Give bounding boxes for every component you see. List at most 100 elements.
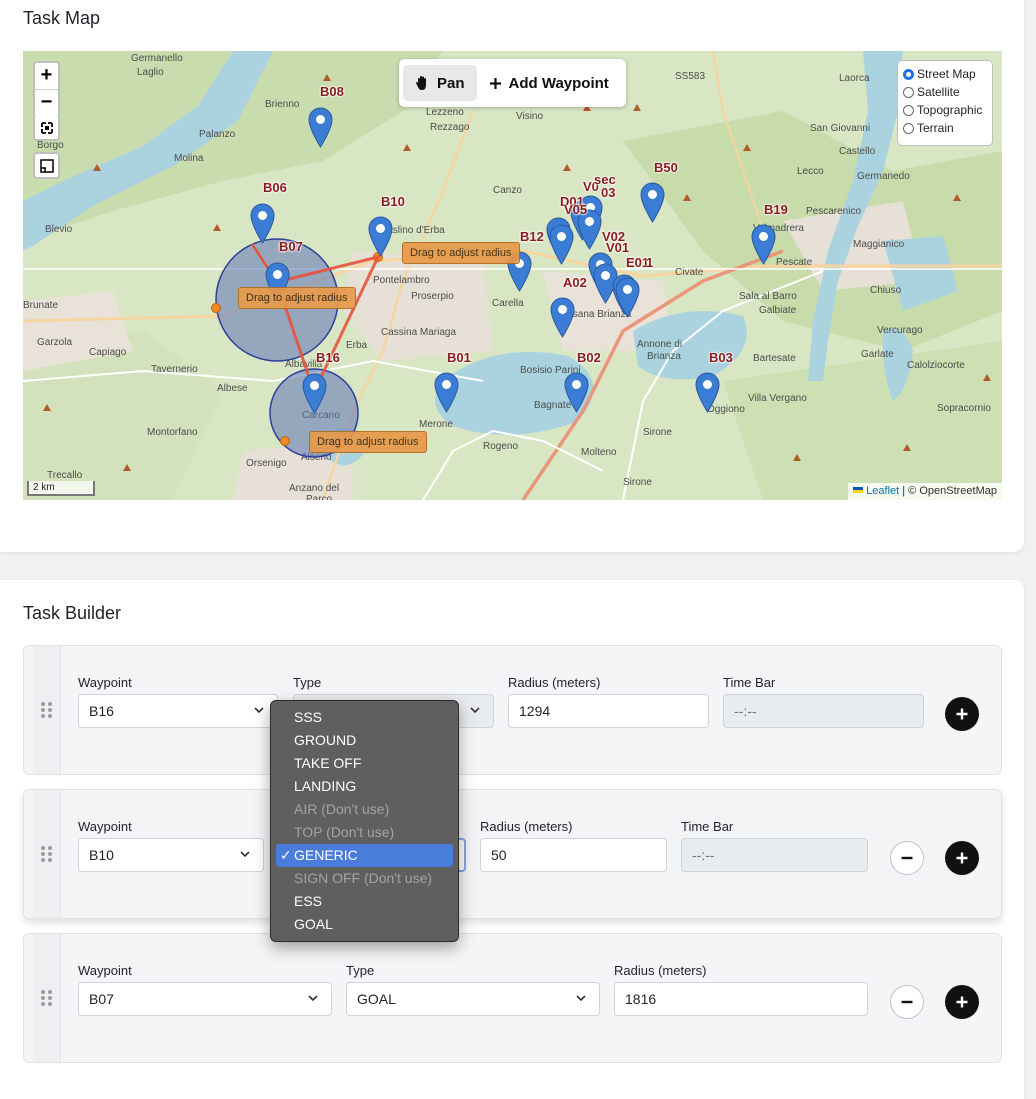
svg-text:Galbiate: Galbiate [759,305,797,316]
waypoint-marker-icon[interactable] [250,203,275,244]
svg-text:Palanzo: Palanzo [199,129,236,140]
map-view[interactable]: Germanello Laglio Brienno Lezzeno Visino Re… [23,51,1002,500]
add-waypoint-button[interactable]: Add Waypoint [477,65,621,101]
map-scale: 2 km [27,481,95,496]
svg-text:Brienno: Brienno [265,99,300,110]
svg-text:Albese: Albese [217,383,248,394]
pan-mode-button[interactable]: Pan [403,65,477,101]
type-option-ess[interactable]: ESS [276,890,453,913]
radius-label: Radius (meters) [508,675,601,690]
zoom-out-button[interactable]: − [35,90,58,117]
task-builder-title: Task Builder [23,603,122,623]
add-row-button[interactable] [945,985,979,1019]
waypoint-label-b19: B19 [764,202,788,217]
type-option-sss[interactable]: SSS [276,706,453,729]
waypoint-value: B07 [89,991,114,1007]
type-option-generic[interactable]: ✓ GENERIC [276,844,453,867]
svg-text:Montorfano: Montorfano [147,427,198,438]
waypoint-marker-icon[interactable] [695,372,720,413]
type-label: Type [293,675,322,690]
drag-radius-tooltip: Drag to adjust radius [402,242,520,264]
svg-text:Sirone: Sirone [623,477,652,488]
minus-icon [901,1000,913,1004]
fullscreen-button[interactable] [33,117,60,141]
waypoint-marker-icon[interactable] [368,216,393,257]
waypoint-select[interactable]: B10 [78,838,264,872]
type-select[interactable]: GOAL [346,982,600,1016]
drag-handle[interactable] [33,646,61,774]
svg-text:Sirone: Sirone [643,427,672,438]
time-bar-input[interactable]: --:-- [723,694,924,728]
radio-icon [903,104,914,116]
layer-option-terrain[interactable]: Terrain [903,119,987,137]
zoom-in-button[interactable]: + [35,63,58,90]
leaflet-link[interactable]: Leaflet [866,485,899,497]
radio-icon [903,122,914,134]
svg-text:Blevio: Blevio [45,224,73,235]
waypoint-select[interactable]: B07 [78,982,332,1016]
layer-option-satellite[interactable]: Satellite [903,83,987,101]
svg-text:Borgo: Borgo [37,140,64,151]
type-option-goal[interactable]: GOAL [276,913,453,936]
add-row-button[interactable] [945,697,979,731]
remove-row-button[interactable] [890,985,924,1019]
svg-text:Anzano del: Anzano del [289,483,339,494]
svg-text:Maggianico: Maggianico [853,239,905,250]
waypoint-label-b16: B16 [316,350,340,365]
type-option-take-off[interactable]: TAKE OFF [276,752,453,775]
drag-dots-icon [41,702,52,718]
remove-row-button[interactable] [890,841,924,875]
waypoint-marker-icon[interactable] [615,277,640,318]
drag-handle[interactable] [33,790,61,918]
type-value: GOAL [357,991,396,1007]
radius-input[interactable]: 50 [480,838,667,872]
radius-input[interactable]: 1294 [508,694,709,728]
chevron-down-icon [576,995,586,1002]
svg-text:Garzola: Garzola [37,337,72,348]
waypoint-marker-icon[interactable] [308,107,333,148]
svg-text:Visino: Visino [516,111,543,122]
chevron-down-icon [240,851,250,858]
layer-option-topographic[interactable]: Topographic [903,101,987,119]
layer-option-street-map[interactable]: Street Map [903,65,987,83]
waypoint-label: Waypoint [78,675,132,690]
waypoint-label: Waypoint [78,963,132,978]
svg-text:Vercurago: Vercurago [877,325,923,336]
waypoint-label-b50: B50 [654,160,678,175]
type-option-landing[interactable]: LANDING [276,775,453,798]
svg-text:Annone di: Annone di [637,339,682,350]
waypoint-label: Waypoint [78,819,132,834]
task-map-card: Task Map Germanello Laglio Brienno Lezze… [0,0,1024,552]
waypoint-marker-icon[interactable] [751,224,776,265]
waypoint-label-1: 1 [646,255,654,270]
waypoint-marker-icon[interactable] [434,372,459,413]
waypoint-select[interactable]: B16 [78,694,278,728]
waypoint-label-a02: A02 [563,275,587,290]
waypoint-label-v05: V05 [564,202,588,217]
waypoint-marker-icon[interactable] [302,373,327,414]
task-builder-card: Task Builder Waypoint B16 Type Radius (m… [0,580,1024,1099]
map-mode-toggle: Pan Add Waypoint [399,59,626,107]
svg-text:Calolziocorte: Calolziocorte [907,360,965,371]
waypoint-marker-icon[interactable] [550,297,575,338]
svg-text:Orsenigo: Orsenigo [246,458,287,469]
waypoint-value: B16 [89,703,114,719]
waypoint-marker-icon[interactable] [564,372,589,413]
plus-icon [956,996,968,1008]
radius-input[interactable]: 1816 [614,982,868,1016]
waypoint-marker-icon[interactable] [640,182,665,223]
drag-handle[interactable] [33,934,61,1062]
waypoint-label-03: 03 [601,185,616,200]
chevron-down-icon [254,707,264,714]
svg-text:Chiuso: Chiuso [870,285,902,296]
add-row-button[interactable] [945,841,979,875]
svg-text:Molina: Molina [174,153,204,164]
measure-button[interactable] [33,152,60,179]
type-option-ground[interactable]: GROUND [276,729,453,752]
svg-text:Pontelambro: Pontelambro [373,275,430,286]
svg-text:Bartesate: Bartesate [753,353,796,364]
svg-text:Trecallo: Trecallo [47,470,83,481]
time-bar-input[interactable]: --:-- [681,838,868,872]
waypoint-label-v01: V01 [606,240,630,255]
hand-icon [416,76,426,90]
